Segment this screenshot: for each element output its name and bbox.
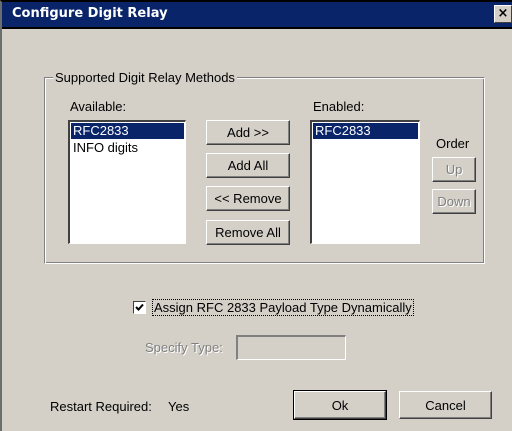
- enabled-listbox[interactable]: RFC2833: [310, 120, 420, 244]
- down-button[interactable]: Down: [432, 189, 476, 214]
- restart-required-label: Restart Required:: [50, 399, 152, 414]
- close-icon: ×: [497, 6, 509, 21]
- title-bar[interactable]: Configure Digit Relay ×: [2, 2, 512, 29]
- enabled-list-item[interactable]: RFC2833: [313, 123, 418, 139]
- enabled-label: Enabled:: [313, 99, 365, 114]
- order-label: Order: [436, 136, 470, 151]
- restart-required-value: Yes: [168, 399, 190, 414]
- remove-all-button[interactable]: Remove All: [206, 220, 290, 245]
- dialog-title: Configure Digit Relay: [12, 6, 168, 21]
- available-list-item[interactable]: INFO digits: [71, 140, 184, 156]
- assign-payload-label[interactable]: Assign RFC 2833 Payload Type Dynamically: [152, 299, 414, 316]
- add-button[interactable]: Add >>: [206, 120, 290, 145]
- available-label: Available:: [70, 99, 127, 114]
- specify-type-label: Specify Type:: [145, 340, 223, 355]
- remove-button[interactable]: << Remove: [206, 186, 290, 211]
- add-all-button[interactable]: Add All: [206, 153, 290, 178]
- group-legend: Supported Digit Relay Methods: [53, 70, 237, 85]
- configure-digit-relay-dialog: Configure Digit Relay × Supported Digit …: [0, 0, 512, 431]
- checkmark-icon: [135, 303, 144, 311]
- up-button[interactable]: Up: [432, 157, 476, 182]
- specify-type-input[interactable]: [236, 335, 346, 360]
- cancel-button[interactable]: Cancel: [399, 391, 492, 419]
- ok-button[interactable]: Ok: [293, 390, 387, 420]
- available-listbox[interactable]: RFC2833 INFO digits: [68, 120, 186, 244]
- assign-payload-checkbox[interactable]: [133, 301, 146, 314]
- close-button[interactable]: ×: [494, 5, 512, 23]
- available-list-item[interactable]: RFC2833: [71, 123, 184, 139]
